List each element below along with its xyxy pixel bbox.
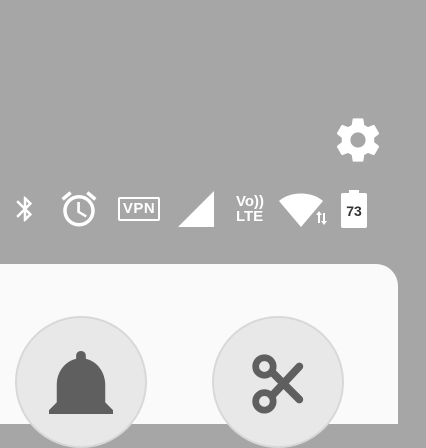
do-not-disturb-tile[interactable]	[15, 316, 147, 448]
status-icons-row: VPN Vo)) LTE 73	[8, 186, 388, 232]
scissors-icon	[252, 354, 304, 414]
vpn-status: VPN	[114, 186, 164, 232]
alarm-status	[56, 186, 102, 232]
gear-icon	[336, 118, 380, 162]
bluetooth-icon	[16, 196, 33, 222]
bell-icon	[49, 350, 113, 414]
battery-status: 73	[338, 186, 370, 232]
settings-button[interactable]	[330, 112, 386, 168]
cell-signal-icon	[178, 191, 214, 227]
battery-icon: 73	[340, 189, 368, 229]
volte-status: Vo)) LTE	[230, 186, 270, 232]
cell-signal-status	[174, 186, 218, 232]
volte-icon: Vo)) LTE	[236, 194, 264, 224]
bluetooth-status	[8, 186, 42, 232]
volte-top-label: Vo))	[235, 193, 265, 210]
quick-settings-panel	[0, 264, 398, 448]
screenshot-tile[interactable]	[212, 316, 344, 448]
vpn-icon: VPN	[117, 197, 161, 221]
wifi-status	[278, 186, 328, 232]
battery-level: 73	[346, 203, 362, 219]
volte-bottom-label: LTE	[235, 208, 264, 225]
alarm-icon	[61, 191, 97, 227]
wifi-icon	[279, 193, 327, 227]
